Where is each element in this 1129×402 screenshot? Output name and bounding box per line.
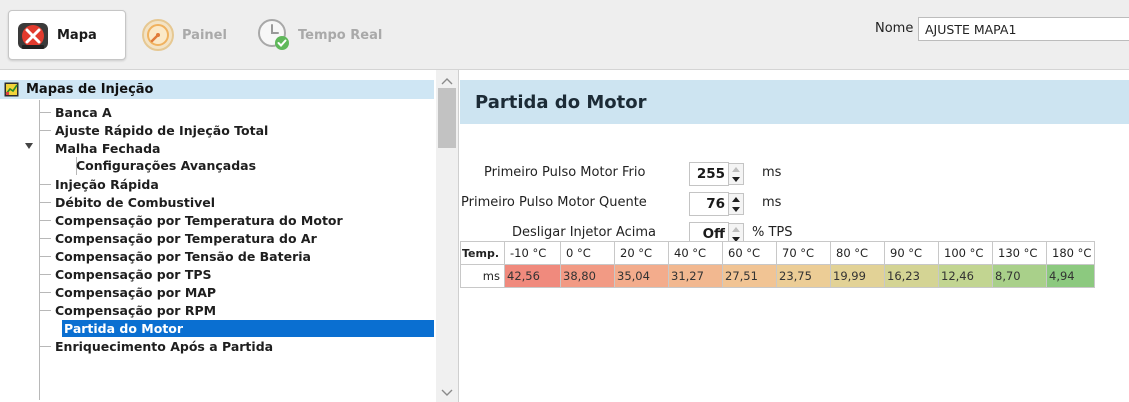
- param-unit-desligar-injetor: % TPS: [752, 225, 793, 240]
- tree-item-partida-motor[interactable]: Partida do Motor: [62, 320, 434, 337]
- tree-item-comp-temp-ar[interactable]: Compensação por Temperatura do Ar: [39, 230, 317, 247]
- scroll-up-arrow-icon[interactable]: [441, 76, 453, 86]
- tab-painel[interactable]: Painel: [134, 10, 244, 60]
- content-panel: Partida do Motor Primeiro Pulso Motor Fr…: [460, 70, 1129, 402]
- scroll-thumb[interactable]: [438, 88, 456, 148]
- table-cell[interactable]: 42,56: [504, 264, 561, 288]
- table-cell[interactable]: 23,75: [776, 264, 831, 288]
- map-chart-icon: [4, 82, 19, 97]
- table-cell[interactable]: 35,04: [614, 264, 669, 288]
- nome-input[interactable]: [918, 17, 1129, 41]
- table-header-cell: 60 °C: [722, 241, 777, 265]
- table-corner-label: Temp.: [460, 241, 505, 265]
- table-cell[interactable]: 16,23: [884, 264, 939, 288]
- tree-item-configuracoes-avancadas[interactable]: Configurações Avançadas: [76, 158, 256, 175]
- table-cell[interactable]: 4,94: [1046, 264, 1095, 288]
- table-header-cell: 90 °C: [884, 241, 939, 265]
- param-row-pulso-frio: Primeiro Pulso Motor Frio 255 ms: [460, 162, 1129, 186]
- spin-up-icon: [732, 167, 740, 172]
- tree-item-banca-a[interactable]: Banca A: [39, 104, 112, 121]
- spin-down-icon: [732, 177, 740, 182]
- tree-item-comp-rpm[interactable]: Compensação por RPM: [39, 302, 216, 319]
- table-cell[interactable]: 12,46: [938, 264, 993, 288]
- tab-painel-label: Painel: [182, 27, 227, 43]
- param-label-pulso-frio: Primeiro Pulso Motor Frio: [484, 165, 646, 180]
- param-label-pulso-quente: Primeiro Pulso Motor Quente: [461, 195, 647, 210]
- tree-item-comp-temp-motor[interactable]: Compensação por Temperatura do Motor: [39, 212, 343, 229]
- tab-mapa[interactable]: Mapa: [8, 10, 126, 60]
- tab-tempo-real-label: Tempo Real: [298, 27, 383, 43]
- table-header-cell: 0 °C: [560, 241, 615, 265]
- spinner-pulso-quente[interactable]: [728, 193, 744, 215]
- table-header-cell: 100 °C: [938, 241, 993, 265]
- param-row-pulso-quente: Primeiro Pulso Motor Quente 76 ms: [460, 192, 1129, 216]
- gauge-icon: [142, 19, 174, 51]
- tree-item-comp-map[interactable]: Compensação por MAP: [39, 284, 216, 301]
- table-cell[interactable]: 31,27: [668, 264, 723, 288]
- table-cell[interactable]: 8,70: [992, 264, 1047, 288]
- tab-mapa-label: Mapa: [57, 27, 97, 43]
- tree-item-injecao-rapida[interactable]: Injeção Rápida: [39, 176, 159, 193]
- expand-caret-icon[interactable]: [25, 143, 33, 149]
- map-tree: Mapas de Injeção Banca A Ajuste Rápido d…: [0, 70, 459, 402]
- tab-tempo-real[interactable]: Tempo Real: [250, 10, 400, 60]
- spin-up-icon: [732, 197, 740, 202]
- param-value-pulso-frio[interactable]: 255: [689, 162, 729, 186]
- table-header-cell: -10 °C: [504, 241, 561, 265]
- scroll-down-arrow-icon[interactable]: [441, 388, 453, 398]
- tree-item-comp-tensao-bateria[interactable]: Compensação por Tensão de Bateria: [39, 248, 311, 265]
- wrench-car-icon: [18, 23, 48, 49]
- tree-root-mapas-injecao[interactable]: Mapas de Injeção: [0, 80, 434, 99]
- table-header-cell: 70 °C: [776, 241, 831, 265]
- section-header: Partida do Motor: [460, 80, 1129, 124]
- table-row-label: ms: [460, 264, 505, 288]
- spin-down-icon: [732, 207, 740, 212]
- table-header-cell: 20 °C: [614, 241, 669, 265]
- spin-up-icon: [732, 227, 740, 232]
- table-header-cell: 180 °C: [1046, 241, 1095, 265]
- tree-item-enriquecimento[interactable]: Enriquecimento Após a Partida: [39, 338, 273, 355]
- table-header-cell: 130 °C: [992, 241, 1047, 265]
- tree-item-debito-combustivel[interactable]: Débito de Combustivel: [39, 194, 215, 211]
- table-row: ms 42,56 38,80 35,04 31,27 27,51 23,75 1…: [460, 264, 1095, 288]
- partida-table: Temp. -10 °C 0 °C 20 °C 40 °C 60 °C 70 °…: [460, 241, 1095, 288]
- param-value-pulso-quente[interactable]: 76: [689, 192, 729, 216]
- table-header-cell: 80 °C: [830, 241, 885, 265]
- param-label-desligar-injetor: Desligar Injetor Acima: [512, 225, 656, 240]
- nome-label: Nome: [875, 21, 914, 36]
- clock-check-icon: [258, 19, 289, 50]
- tree-item-ajuste-rapido[interactable]: Ajuste Rápido de Injeção Total: [39, 122, 268, 139]
- table-header-row: Temp. -10 °C 0 °C 20 °C 40 °C 60 °C 70 °…: [460, 241, 1095, 265]
- param-unit-pulso-quente: ms: [762, 195, 782, 210]
- tree-item-malha-fechada[interactable]: Malha Fechada: [25, 140, 160, 157]
- tree-root-label: Mapas de Injeção: [26, 82, 154, 97]
- page-title: Partida do Motor: [475, 92, 647, 113]
- table-header-cell: 40 °C: [668, 241, 723, 265]
- tree-item-comp-tps[interactable]: Compensação por TPS: [39, 266, 212, 283]
- table-cell[interactable]: 27,51: [722, 264, 777, 288]
- param-unit-pulso-frio: ms: [762, 165, 782, 180]
- top-toolbar: Mapa Painel Tempo Real Nome: [0, 0, 1129, 70]
- table-cell[interactable]: 38,80: [560, 264, 615, 288]
- table-cell[interactable]: 19,99: [830, 264, 885, 288]
- spinner-pulso-frio[interactable]: [728, 163, 744, 185]
